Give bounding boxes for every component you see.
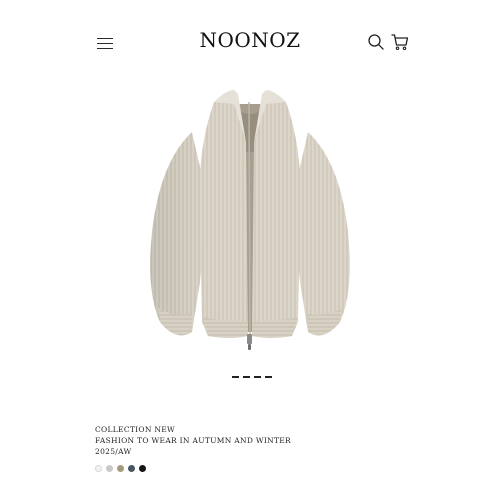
product-image[interactable] bbox=[130, 82, 370, 362]
image-pagination bbox=[232, 376, 272, 380]
product-info: COLLECTION NEW FASHION TO WEAR IN AUTUMN… bbox=[95, 424, 415, 457]
pagination-dash-4[interactable] bbox=[265, 376, 272, 378]
pagination-dash-3[interactable] bbox=[254, 376, 261, 378]
search-icon[interactable] bbox=[366, 32, 386, 52]
hamburger-menu-icon[interactable] bbox=[96, 36, 116, 52]
pagination-dash-1[interactable] bbox=[232, 376, 239, 378]
collection-label: COLLECTION NEW bbox=[95, 425, 176, 434]
cardigan-illustration bbox=[150, 90, 350, 350]
shopping-cart-icon[interactable] bbox=[390, 32, 410, 52]
product-tagline: FASHION TO WEAR IN AUTUMN AND WINTER bbox=[95, 436, 291, 445]
pagination-dash-2[interactable] bbox=[243, 376, 250, 378]
season-label: 2025/AW bbox=[95, 447, 132, 456]
site-header: NOONOZ bbox=[0, 0, 500, 84]
swatch-slate[interactable] bbox=[128, 465, 135, 472]
swatch-black[interactable] bbox=[139, 465, 146, 472]
swatch-light-grey[interactable] bbox=[106, 465, 113, 472]
brand-logo[interactable]: NOONOZ bbox=[190, 28, 310, 52]
swatch-white[interactable] bbox=[95, 465, 102, 472]
color-swatches bbox=[95, 465, 146, 472]
swatch-khaki[interactable] bbox=[117, 465, 124, 472]
